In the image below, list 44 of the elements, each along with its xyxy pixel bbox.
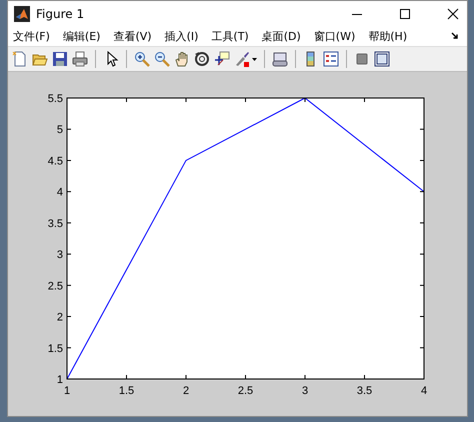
close-icon[interactable] [447,8,459,20]
y-tick-label: 4.5 [48,155,63,168]
x-tick-label: 3.5 [356,385,372,397]
menu-item[interactable]: 窗口(W) [314,28,356,44]
link-plot-icon[interactable] [272,51,288,67]
menu-item[interactable]: 桌面(D) [262,28,301,44]
printer-icon[interactable] [72,51,88,67]
x-tick-label: 4 [420,385,428,397]
legend-icon[interactable] [323,51,339,67]
new-file-icon[interactable] [12,51,28,67]
app-logo-icon [14,6,30,22]
y-tick-label: 3.5 [48,218,63,230]
y-tick-label: 5 [56,124,63,136]
y-tick-label: 1.5 [48,342,63,355]
y-tick-label: 2.5 [48,280,63,292]
rotate-icon[interactable] [194,51,210,67]
zoom-in-icon[interactable] [134,51,150,67]
x-tick-label: 1.5 [118,385,134,397]
menu-item[interactable]: 文件(F) [13,28,50,44]
y-tick-label: 2 [56,312,63,324]
maximize-icon[interactable] [399,8,411,20]
y-tick-label: 5.5 [48,93,63,105]
menu-item[interactable]: 帮助(H) [368,28,408,44]
square-icon[interactable] [354,51,370,67]
zoom-out-icon[interactable] [154,51,170,67]
window-icon[interactable] [374,51,390,67]
y-tick-label: 3 [56,249,63,262]
x-tick-label: 1 [64,385,70,397]
window-title: Figure 1 [36,6,84,20]
brush-icon[interactable] [234,51,250,67]
y-tick-label: 4 [56,186,63,199]
hand-icon[interactable] [174,51,190,67]
menu-item[interactable]: 编辑(E) [62,28,100,44]
menu-item[interactable]: 工具(T) [211,28,249,44]
x-tick-label: 2.5 [238,385,254,397]
menu-item[interactable]: 插入(I) [164,28,198,44]
menu-item[interactable]: 查看(V) [113,28,152,44]
dock-arrow-icon[interactable] [451,32,459,40]
x-tick-label: 3 [302,385,308,397]
dropdown-arrow-icon[interactable] [252,58,257,60]
x-tick-label: 2 [182,385,190,397]
save-icon[interactable] [52,51,68,67]
y-tick-label: 1 [56,374,63,386]
data-cursor-icon[interactable] [214,51,230,67]
